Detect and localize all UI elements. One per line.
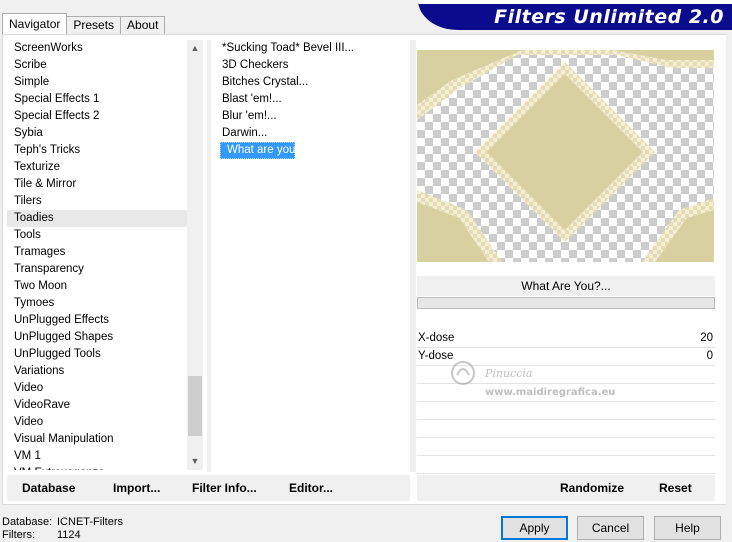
panel-divider <box>410 40 416 472</box>
filter-item[interactable]: Blast 'em!... <box>215 91 405 108</box>
category-item[interactable]: Visual Manipulation <box>7 431 187 448</box>
cancel-button[interactable]: Cancel <box>577 516 644 540</box>
scroll-down-icon[interactable]: ▼ <box>187 453 203 470</box>
scroll-thumb[interactable] <box>188 376 202 436</box>
category-item[interactable]: Two Moon <box>7 278 187 295</box>
category-item[interactable]: UnPlugged Effects <box>7 312 187 329</box>
status-filters-value: 1124 <box>57 529 81 541</box>
category-item[interactable]: Special Effects 1 <box>7 91 187 108</box>
category-item[interactable]: Scribe <box>7 57 187 74</box>
filter-list[interactable]: *Sucking Toad* Bevel III... 3D Checkers Bi… <box>215 40 405 470</box>
category-item[interactable]: Tools <box>7 227 187 244</box>
panel-edge <box>726 34 732 505</box>
category-item[interactable]: Special Effects 2 <box>7 108 187 125</box>
tab-presets[interactable]: Presets <box>66 16 122 34</box>
status-filters-label: Filters: <box>2 529 35 541</box>
navigator-toolbar: Database Import... Filter Info... Editor… <box>7 475 410 501</box>
title-banner: Filters Unlimited 2.0 <box>418 0 732 30</box>
import-button[interactable]: Import... <box>113 475 160 501</box>
watermark: Pinuccia www.maidiregrafica.eu <box>445 355 635 405</box>
watermark-line2: www.maidiregrafica.eu <box>485 387 615 398</box>
category-item[interactable]: Tilers <box>7 193 187 210</box>
param-row-empty <box>417 456 715 474</box>
param-row-empty <box>417 420 715 438</box>
preview-toolbar: Randomize Reset <box>417 475 715 501</box>
filter-item[interactable]: Blur 'em!... <box>215 108 405 125</box>
randomize-button[interactable]: Randomize <box>560 475 624 501</box>
status-database-label: Database: <box>2 516 53 528</box>
apply-button[interactable]: Apply <box>501 516 568 540</box>
preview-image <box>417 50 714 262</box>
category-item[interactable]: Teph's Tricks <box>7 142 187 159</box>
filter-name-label: What Are You?... <box>417 276 715 296</box>
progress-bar <box>417 297 715 309</box>
category-scrollbar[interactable]: ▲ ▼ <box>187 40 203 470</box>
watermark-logo: Pinuccia www.maidiregrafica.eu <box>451 361 615 398</box>
filter-item[interactable]: What are you? <box>220 142 302 159</box>
param-label: X-dose <box>418 332 455 344</box>
editor-button[interactable]: Editor... <box>289 475 333 501</box>
category-item[interactable]: Simple <box>7 74 187 91</box>
filter-item[interactable]: 3D Checkers <box>215 57 405 74</box>
category-item[interactable]: Texturize <box>7 159 187 176</box>
preview-pattern <box>417 50 714 262</box>
watermark-line1: Pinuccia <box>484 367 533 380</box>
param-row-x-dose[interactable]: X-dose 20 <box>417 330 715 348</box>
category-item[interactable]: Tile & Mirror <box>7 176 187 193</box>
category-item[interactable]: Video <box>7 414 187 431</box>
category-item[interactable]: UnPlugged Tools <box>7 346 187 363</box>
param-value[interactable]: 20 <box>700 330 713 347</box>
category-item[interactable]: VM Extravaganza <box>7 465 187 470</box>
category-item[interactable]: Video <box>7 380 187 397</box>
database-button[interactable]: Database <box>22 475 75 501</box>
scroll-up-icon[interactable]: ▲ <box>187 40 203 57</box>
category-item[interactable]: Transparency <box>7 261 187 278</box>
app-title: Filters Unlimited 2.0 <box>494 6 724 28</box>
status-database-value: ICNET-Filters <box>57 516 123 528</box>
category-item[interactable]: Tramages <box>7 244 187 261</box>
tab-strip: Navigator Presets About <box>2 13 166 34</box>
reset-button[interactable]: Reset <box>659 475 692 501</box>
filter-item[interactable]: *Sucking Toad* Bevel III... <box>215 40 405 57</box>
filter-info-button[interactable]: Filter Info... <box>192 475 257 501</box>
category-item[interactable]: VideoRave <box>7 397 187 414</box>
help-button[interactable]: Help <box>654 516 721 540</box>
category-item[interactable]: UnPlugged Shapes <box>7 329 187 346</box>
status-area: Database: ICNET-Filters Filters: 1124 <box>2 516 123 542</box>
tab-navigator[interactable]: Navigator <box>2 13 68 34</box>
panel-divider <box>207 40 211 472</box>
category-item[interactable]: Tymoes <box>7 295 187 312</box>
filter-item[interactable]: Bitches Crystal... <box>215 74 405 91</box>
filter-item[interactable]: Darwin... <box>215 125 405 142</box>
category-item[interactable]: VM 1 <box>7 448 187 465</box>
param-row-empty <box>417 438 715 456</box>
category-list[interactable]: ScreenWorks Scribe Simple Special Effects 1… <box>7 40 187 470</box>
param-value[interactable]: 0 <box>707 348 713 365</box>
category-item[interactable]: Toadies <box>7 210 187 227</box>
category-item[interactable]: Variations <box>7 363 187 380</box>
category-item[interactable]: ScreenWorks <box>7 40 187 57</box>
category-item[interactable]: Sybia <box>7 125 187 142</box>
tab-about[interactable]: About <box>120 16 166 34</box>
